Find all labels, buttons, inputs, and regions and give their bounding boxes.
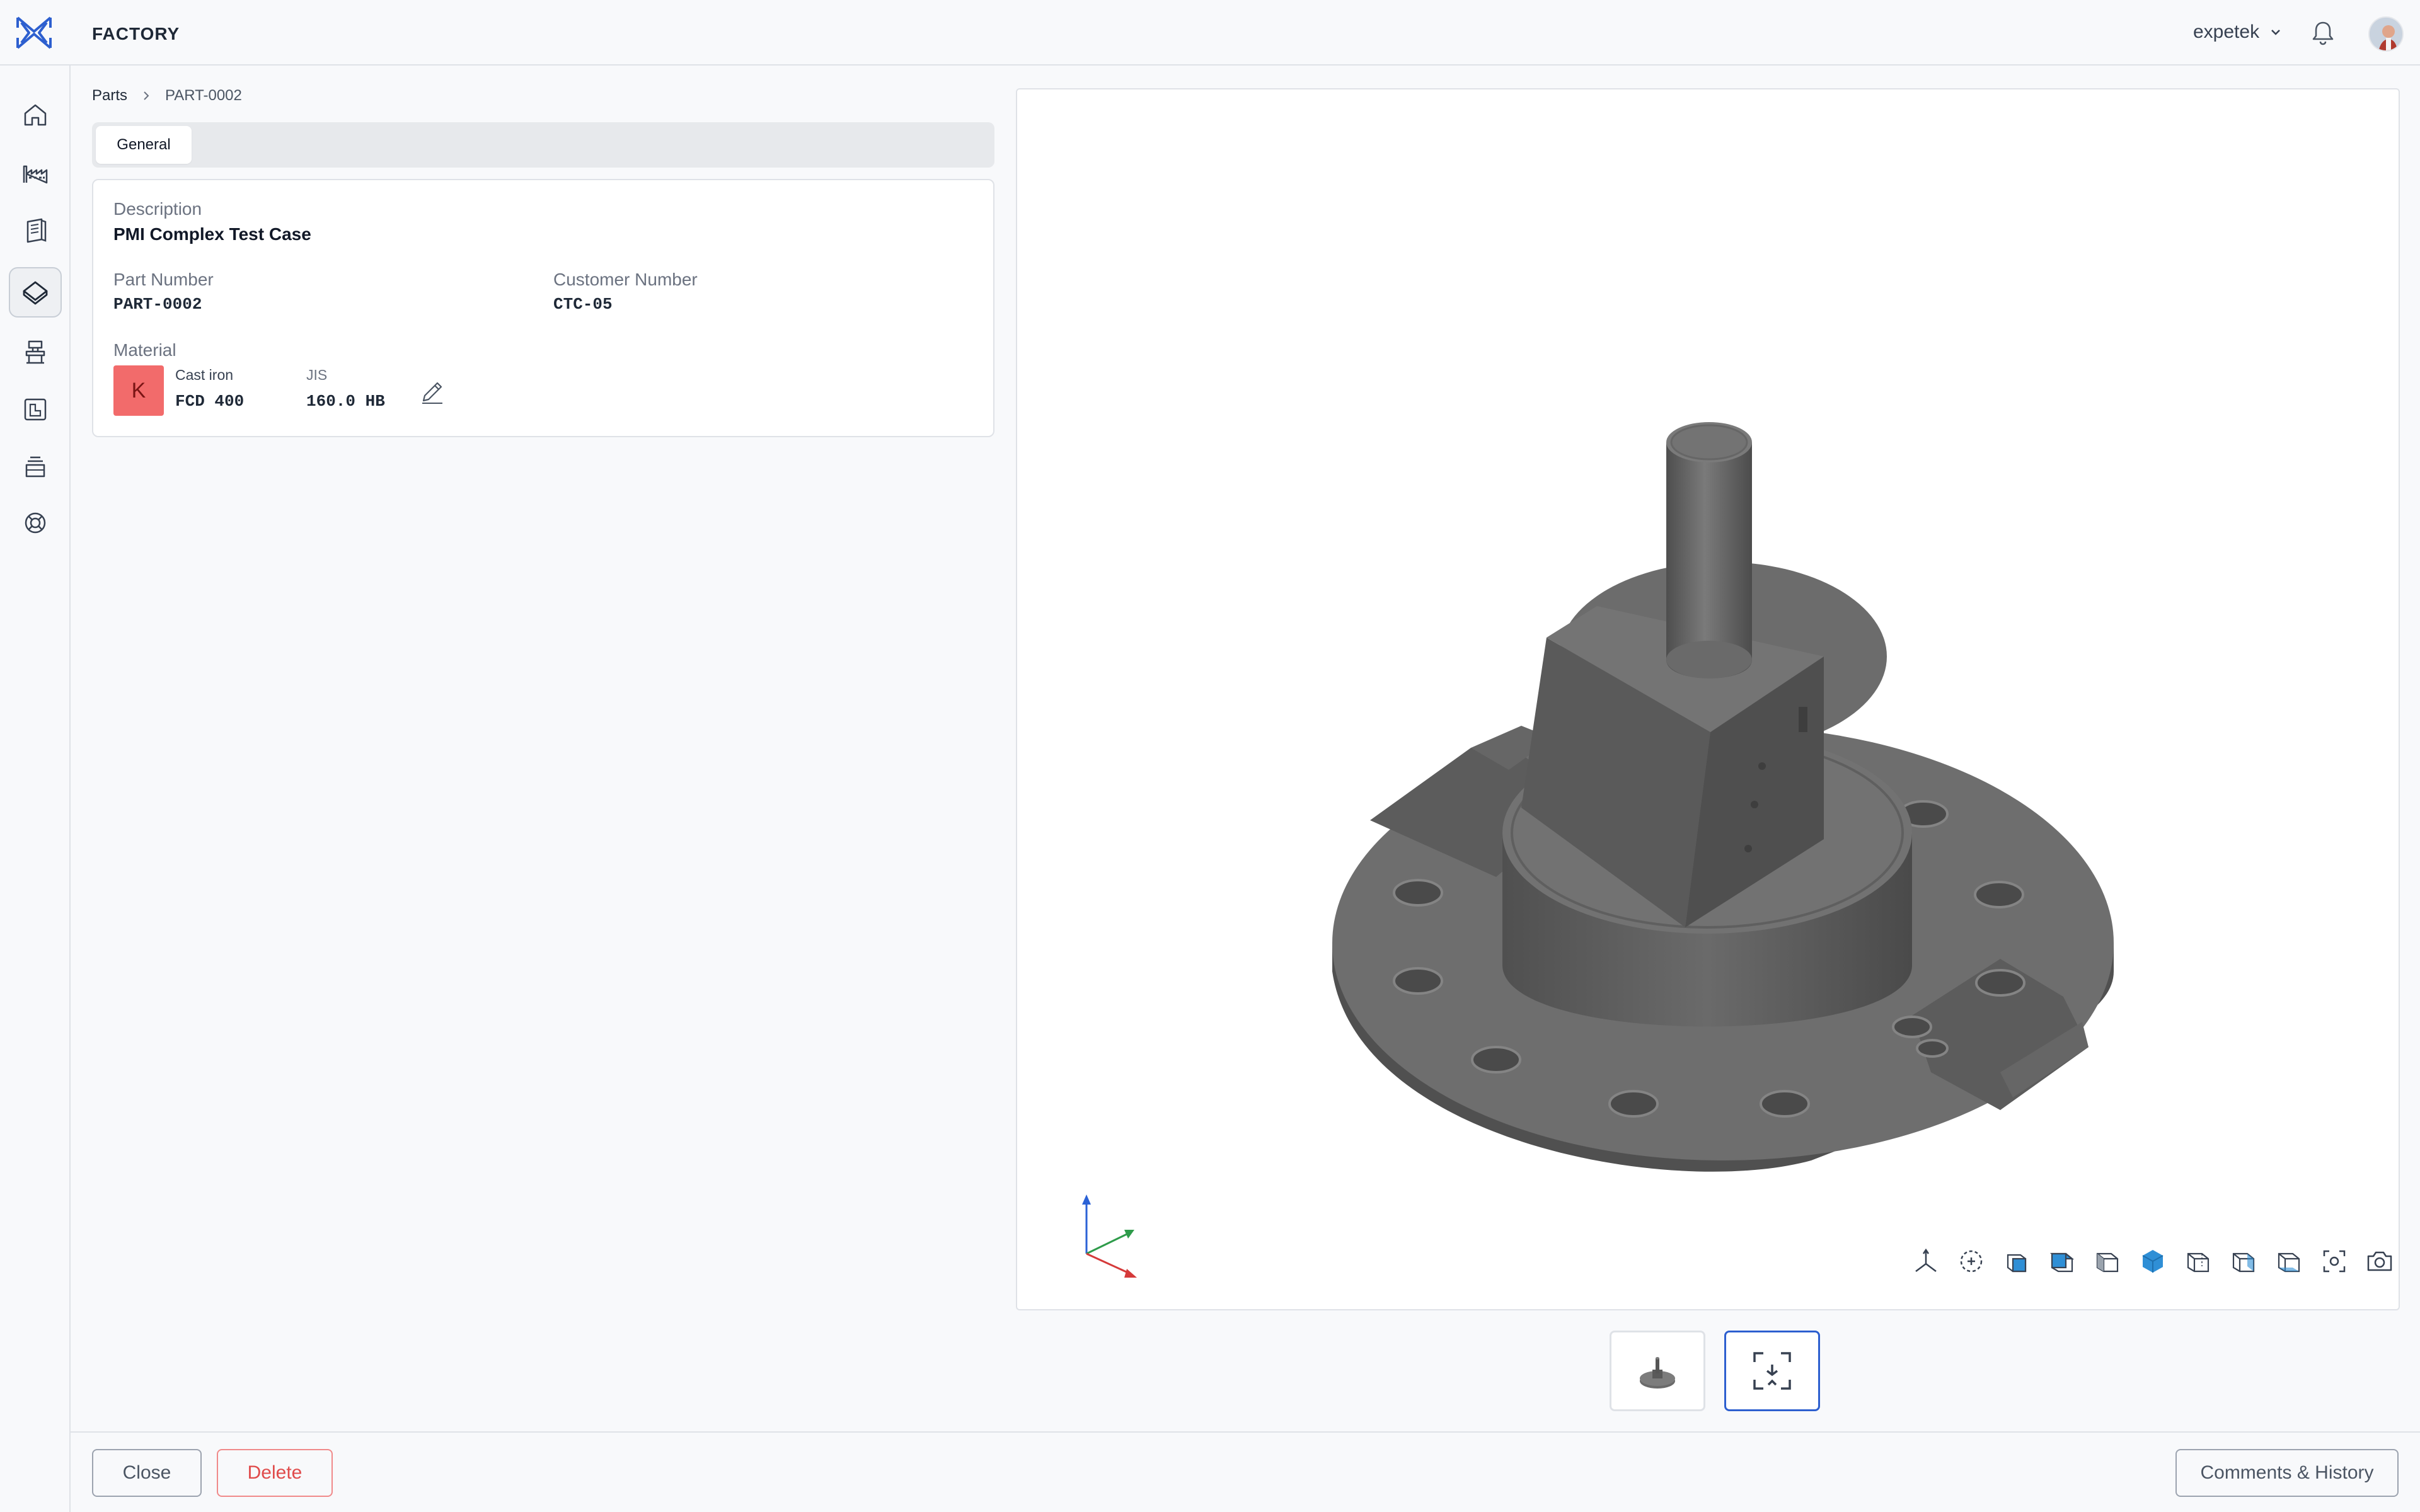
document-stack-icon [26,218,47,243]
sidebar-item-inventory[interactable] [9,442,62,493]
material-grade: FCD 400 [175,392,245,411]
part-info-card: Description PMI Complex Test Case Part N… [92,179,994,437]
part-number-value: PART-0002 [113,295,202,314]
view-bottom-icon [2278,1252,2300,1273]
inventory-icon [25,456,45,478]
breadcrumb-current: PART-0002 [165,87,242,104]
user-menu[interactable]: expetek [2193,21,2282,43]
comments-history-button[interactable]: Comments & History [2175,1449,2399,1497]
view-right-icon [2096,1252,2119,1273]
part-3d-model[interactable] [1017,89,2400,1310]
fit-view-button[interactable] [1954,1244,1989,1279]
material-group-name: Cast iron [175,367,234,383]
view-front-button[interactable] [1999,1244,2034,1279]
pmi-view-thumbnail[interactable] [1724,1331,1820,1411]
view-iso-icon [2142,1250,2164,1273]
axes-toggle-button[interactable] [1908,1244,1944,1279]
screenshot-button[interactable] [2362,1244,2397,1279]
sidebar-item-machines[interactable] [9,326,62,377]
part-icon [23,281,48,305]
view-front-icon [2007,1254,2027,1273]
top-bar: FACTORY expetek [0,0,2420,66]
edit-material-pencil-icon[interactable] [418,378,446,406]
view-bottom-button[interactable] [2271,1244,2307,1279]
chevron-right-icon [144,91,149,100]
fit-view-icon [1960,1250,1983,1273]
camera-icon [2367,1251,2392,1271]
breadcrumb: Parts PART-0002 [92,87,242,105]
customer-number-label: Customer Number [553,270,698,289]
user-name: expetek [2193,21,2260,42]
axes-icon [1915,1248,1937,1272]
view-left-icon [2232,1252,2255,1273]
close-button[interactable]: Close [92,1449,202,1497]
model-viewer[interactable] [1016,88,2400,1310]
view-left-button[interactable] [2226,1244,2261,1279]
view-iso-button[interactable] [2135,1244,2170,1279]
drawing-icon [24,398,47,421]
description-value: PMI Complex Test Case [113,224,311,244]
part-number-label: Part Number [113,270,214,289]
view-right-button[interactable] [2090,1244,2125,1279]
sidebar-item-home[interactable] [9,89,62,140]
axis-triad-icon [1082,1194,1137,1278]
app-logo-icon[interactable] [14,13,54,53]
customer-number-value: CTC-05 [553,295,613,314]
sidebar-nav [0,66,71,1512]
material-group-badge: K [113,365,164,416]
view-back-icon [2187,1252,2210,1273]
material-standard: JIS [306,367,328,383]
model-thumbnail[interactable] [1610,1331,1705,1411]
app-title: FACTORY [92,24,180,43]
delete-button[interactable]: Delete [217,1449,333,1497]
material-hardness: 160.0 HB [306,392,385,411]
view-top-button[interactable] [2044,1244,2080,1279]
sidebar-item-support[interactable] [9,498,62,548]
notification-bell-icon[interactable] [2309,19,2337,47]
user-avatar[interactable] [2368,16,2404,52]
focus-button[interactable] [2317,1244,2352,1279]
sidebar-item-factory[interactable] [9,147,62,198]
bottom-action-bar: Close Delete Comments & History [71,1431,2420,1512]
tab-general[interactable]: General [96,126,192,164]
material-label: Material [113,340,176,360]
avatar-icon [2370,18,2402,50]
view-top-icon [2049,1252,2075,1273]
sidebar-item-documents[interactable] [9,205,62,256]
factory-icon [23,165,48,184]
breadcrumb-parts-link[interactable]: Parts [92,87,127,105]
sidebar-item-drawings[interactable] [9,384,62,435]
pmi-view-icon [1753,1352,1791,1390]
support-icon [25,512,46,534]
machine-icon [25,340,45,364]
sidebar-item-parts[interactable] [9,267,62,318]
model-thumbnail-icon [1640,1357,1675,1389]
view-back-button[interactable] [2181,1244,2216,1279]
home-icon [24,104,47,126]
chevron-down-icon [2271,30,2280,35]
focus-icon [2323,1250,2346,1273]
tab-bar: General [92,122,994,168]
description-label: Description [113,199,202,219]
